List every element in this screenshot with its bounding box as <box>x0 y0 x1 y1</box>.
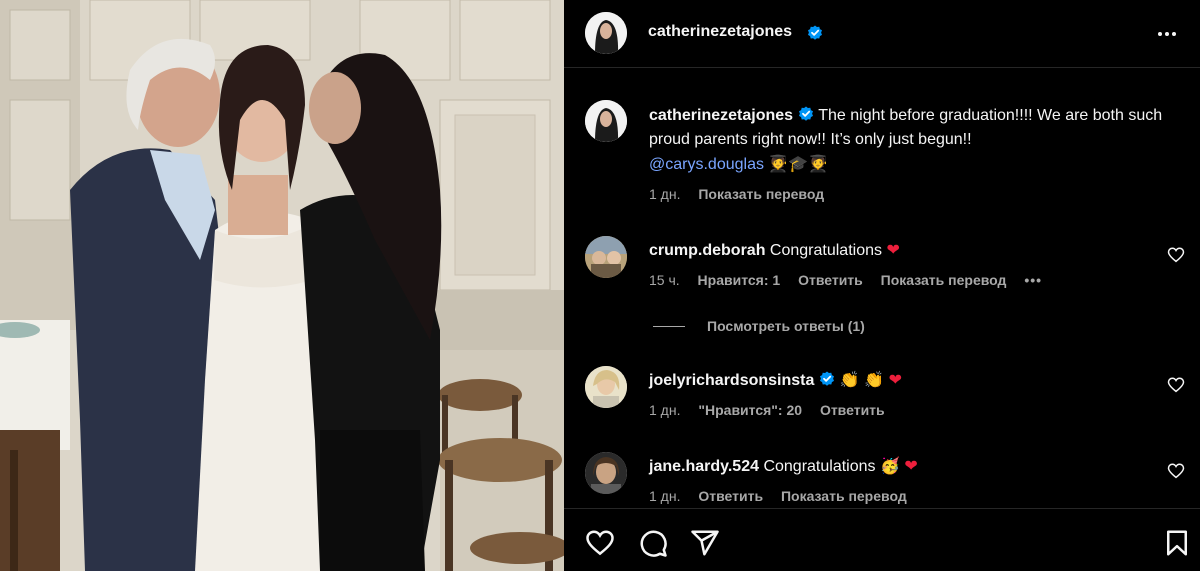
save-bookmark-icon[interactable] <box>1162 528 1192 558</box>
commenter-avatar[interactable] <box>585 236 627 278</box>
verified-badge-icon <box>799 106 814 121</box>
comment-meta: 1 дн. Ответить Показать перевод <box>649 488 921 504</box>
comment-like-heart-icon[interactable] <box>1167 376 1185 394</box>
comment-body: crump.deborah Congratulations ❤ <box>649 239 900 262</box>
comment-likes-count[interactable]: "Нравится": 20 <box>698 402 802 418</box>
comment-bubble-icon[interactable] <box>638 528 668 558</box>
comment-meta: 15 ч. Нравится: 1 Ответить Показать пере… <box>649 272 1056 288</box>
commenter-avatar[interactable] <box>585 452 627 494</box>
comment-translate-link[interactable]: Показать перевод <box>881 272 1007 288</box>
comment-emoji-clap: 👏 <box>864 370 885 389</box>
author-avatar[interactable] <box>585 12 627 54</box>
comment-meta: 1 дн. "Нравится": 20 Ответить <box>649 402 899 418</box>
post-action-bar <box>564 508 1200 571</box>
caption-body: catherinezetajones The night before grad… <box>649 104 1189 177</box>
comment-time[interactable]: 1 дн. <box>649 402 680 418</box>
comment-username[interactable]: jane.hardy.524 <box>649 458 759 475</box>
caption-meta: 1 дн. Показать перевод <box>649 186 838 202</box>
comment-text: Congratulations <box>769 242 882 259</box>
caption-author-avatar[interactable] <box>585 100 627 142</box>
comment-username[interactable]: joelyrichardsonsinsta <box>649 372 814 389</box>
comment-emoji-party: 🥳 <box>879 456 900 475</box>
post-photo[interactable] <box>0 0 564 571</box>
comment-more-icon[interactable]: ••• <box>1024 272 1042 288</box>
comment-body: joelyrichardsonsinsta 👏 👏 ❤ <box>649 369 902 392</box>
comment-reply-button[interactable]: Ответить <box>820 402 885 418</box>
comment-likes-count[interactable]: Нравится: 1 <box>698 272 781 288</box>
comment-reply-button[interactable]: Ответить <box>798 272 863 288</box>
comment-username[interactable]: crump.deborah <box>649 242 765 259</box>
more-options-icon[interactable] <box>1152 20 1182 48</box>
comment-body: jane.hardy.524 Congratulations 🥳 ❤ <box>649 455 918 478</box>
post-photo-illustration <box>0 0 564 571</box>
caption-translate-link[interactable]: Показать перевод <box>698 186 824 202</box>
comment-emoji-heart: ❤ <box>888 370 902 389</box>
like-heart-icon[interactable] <box>585 528 615 558</box>
view-replies-button[interactable]: Посмотреть ответы (1) <box>653 318 865 334</box>
verified-badge-icon <box>820 371 835 386</box>
instagram-post-view: catherinezetajones catherinezetajones Th… <box>0 0 1200 571</box>
comment-emoji: ❤ <box>886 240 900 259</box>
comment-text: Congratulations <box>763 458 876 475</box>
comment-time[interactable]: 1 дн. <box>649 488 680 504</box>
mention-link[interactable]: @carys.douglas <box>649 156 764 173</box>
comment-emoji-clap: 👏 <box>839 370 860 389</box>
comment-reply-button[interactable]: Ответить <box>698 488 763 504</box>
comment-emoji-heart: ❤ <box>904 456 918 475</box>
post-header: catherinezetajones <box>564 0 1200 68</box>
post-details-panel: catherinezetajones catherinezetajones Th… <box>564 0 1200 571</box>
share-paper-plane-icon[interactable] <box>690 528 720 558</box>
verified-badge-icon <box>808 25 822 40</box>
caption-emojis: 🧑‍🎓🎓🧑‍🎓 <box>768 154 829 173</box>
comment-like-heart-icon[interactable] <box>1167 462 1185 480</box>
author-username[interactable]: catherinezetajones <box>648 23 792 41</box>
comment-translate-link[interactable]: Показать перевод <box>781 488 907 504</box>
comment-like-heart-icon[interactable] <box>1167 246 1185 264</box>
comment-time[interactable]: 15 ч. <box>649 272 680 288</box>
view-replies-label: Посмотреть ответы (1) <box>707 318 865 334</box>
caption-time[interactable]: 1 дн. <box>649 186 680 202</box>
commenter-avatar[interactable] <box>585 366 627 408</box>
caption-username[interactable]: catherinezetajones <box>649 107 793 124</box>
replies-divider-line <box>653 326 685 327</box>
